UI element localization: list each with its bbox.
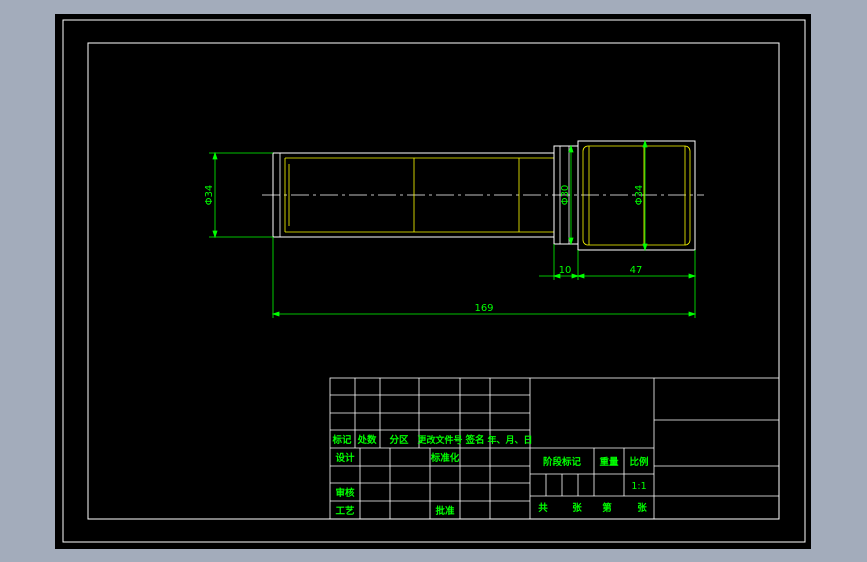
- label-date: 年、月、日: [487, 434, 532, 446]
- label-standardize: 标准化: [430, 452, 460, 464]
- label-sheet-unit: 张: [637, 502, 647, 514]
- label-mark: 标记: [331, 434, 352, 446]
- label-zone: 分区: [389, 434, 409, 446]
- label-process: 工艺: [335, 505, 355, 517]
- label-sheets: 张: [572, 502, 582, 514]
- dim-step-length: 10: [559, 265, 572, 276]
- label-total: 共: [538, 502, 548, 514]
- dim-head-length: 47: [630, 265, 643, 276]
- label-stage-mark: 阶段标记: [543, 456, 582, 468]
- label-signature: 签名: [464, 434, 484, 446]
- cad-drawing-canvas: Φ34 Φ30 Φ34 10 47 169 标记 处数 分区 更改文件号 签名 …: [55, 14, 811, 549]
- label-approve: 批准: [435, 505, 455, 517]
- dim-total-length: 169: [474, 303, 493, 314]
- label-weight: 重量: [599, 456, 619, 468]
- dim-left-diameter: Φ34: [204, 185, 215, 206]
- dim-right-diameter: Φ34: [634, 185, 645, 206]
- drawing-sheet: [55, 14, 811, 549]
- label-sheet-no: 第: [602, 502, 612, 514]
- label-check: 审核: [335, 487, 355, 499]
- label-ratio: 比例: [629, 456, 648, 468]
- label-change-doc: 更改文件号: [417, 434, 462, 446]
- label-count: 处数: [356, 434, 377, 446]
- dim-mid-diameter: Φ30: [560, 185, 571, 206]
- label-design: 设计: [335, 452, 355, 464]
- value-ratio: 1:1: [631, 481, 646, 492]
